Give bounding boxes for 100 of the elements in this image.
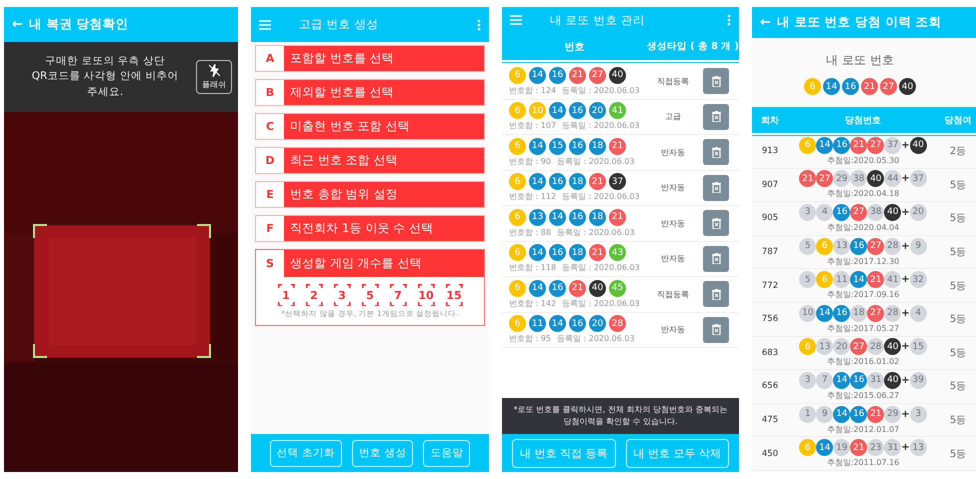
action-button[interactable]: 내 번호 모두 삭제: [626, 438, 729, 468]
number-ball: 21: [850, 439, 868, 456]
number-ball: 18: [850, 304, 868, 322]
bonus-ball: 37: [910, 170, 927, 188]
number-ball: 13: [833, 238, 850, 255]
option-item[interactable]: C 미출현 번호 포함 선택: [255, 113, 485, 140]
option-label: 생성할 게임 개수를 선택: [289, 255, 422, 272]
option-item[interactable]: B 제외할 번호를 선택: [255, 79, 485, 106]
delete-button[interactable]: [703, 68, 729, 94]
delete-button[interactable]: [703, 210, 729, 236]
number-ball: 16: [833, 204, 850, 221]
action-button[interactable]: 번호 생성: [352, 440, 414, 466]
number-ball: 14: [549, 315, 566, 332]
number-ball: 20: [833, 338, 850, 356]
delete-button[interactable]: [703, 281, 729, 308]
number-ball: 6: [509, 173, 526, 190]
number-ball: 21: [867, 271, 884, 288]
number-ball: 16: [842, 78, 859, 95]
date-text: 등록일 : 2020.06.03: [556, 156, 635, 167]
trash-icon: [712, 288, 720, 300]
number-ball: 16: [850, 372, 868, 389]
number-ball: 14: [529, 244, 546, 262]
number-row[interactable]: 6 14 16 18 21 43 번호합 : 118 등록일 : 2020.06.03 반자동: [502, 242, 739, 277]
number-ball: 41: [884, 271, 902, 288]
date-text: 등록일 : 2020.06.03: [562, 298, 640, 309]
more-icon[interactable]: [727, 14, 731, 26]
instruction-text: 구매한 로또의 우측 상단 QR코드를 사각형 안에 비추어 주세요.: [30, 54, 180, 100]
number-ball: 14: [823, 78, 840, 95]
number-row[interactable]: 6 10 14 16 20 41 번호합 : 107 등록일 : 2020.06.03 고급: [502, 100, 739, 135]
number-ball: 21: [609, 208, 626, 226]
number-ball: 6: [509, 315, 526, 332]
number-row[interactable]: 6 14 15 16 18 21 번호합 : 90 등록일 : 2020.06.03 반자동: [502, 135, 739, 170]
delete-button[interactable]: [703, 104, 729, 130]
number-ball: 16: [569, 208, 586, 226]
number-ball: 40: [589, 280, 606, 297]
number-ball: 5: [799, 238, 816, 255]
number-ball: 23: [867, 439, 884, 456]
count-button[interactable]: 15: [446, 284, 462, 306]
rank-cell-text: 5등: [948, 313, 968, 326]
plus-sign: +: [901, 374, 910, 386]
number-ball: 28: [609, 315, 626, 332]
number-ball: 29: [884, 406, 902, 423]
number-ball: 41: [609, 102, 626, 120]
action-button[interactable]: 도움말: [423, 440, 470, 466]
number-ball: 6: [509, 66, 526, 84]
more-icon[interactable]: [477, 18, 481, 30]
number-ball: 6: [816, 238, 834, 255]
section-title: 내 로또 번호: [825, 52, 895, 69]
trash-icon: [712, 111, 720, 122]
number-ball: 3: [799, 372, 816, 389]
sum-text: 번호합 : 95: [509, 333, 551, 344]
count-button[interactable]: 3: [334, 284, 350, 306]
number-ball: 14: [529, 66, 546, 84]
count-button[interactable]: 2: [306, 284, 322, 306]
number-row[interactable]: 6 14 16 21 40 45 번호합 : 142 등록일 : 2020.06.03 직접등록: [502, 277, 739, 312]
option-item[interactable]: D 최근 번호 조합 선택: [255, 147, 485, 174]
number-ball: 10: [799, 304, 816, 322]
delete-button[interactable]: [703, 174, 729, 201]
number-ball: 6: [799, 136, 816, 154]
menu-icon[interactable]: [510, 15, 522, 25]
number-row[interactable]: 6 14 16 18 21 37 번호합 : 112 등록일 : 2020.06.03 반자동: [502, 170, 739, 206]
count-button[interactable]: 1: [278, 284, 294, 306]
back-button[interactable]: ←: [12, 17, 23, 32]
column-title: 회차: [760, 114, 780, 126]
number-ball: 6: [799, 338, 816, 356]
plus-sign: +: [901, 240, 910, 252]
action-button[interactable]: 내 번호 직접 등록: [512, 438, 616, 468]
number-ball: 6: [509, 280, 526, 297]
screen-title: 내 복권 당첨확인: [28, 16, 129, 33]
option-item[interactable]: S 생성할 게임 개수를 선택: [256, 250, 484, 277]
trash-icon: [712, 146, 720, 158]
number-row[interactable]: 6 14 16 21 27 40 번호합 : 124 등록일 : 2020.06.03 직접등록: [502, 64, 739, 100]
menu-icon[interactable]: [259, 20, 271, 30]
number-ball: 1: [799, 406, 816, 423]
option-item[interactable]: E 번호 총합 범위 설정: [255, 181, 485, 208]
option-item[interactable]: F 직전회차 1등 이웃 수 선택: [255, 215, 485, 242]
count-button[interactable]: 10: [418, 284, 434, 306]
action-button[interactable]: 선택 초기화: [270, 440, 342, 466]
flash-off-icon: [208, 64, 220, 77]
back-button[interactable]: ←: [760, 15, 771, 30]
delete-button[interactable]: [703, 316, 729, 343]
plus-sign: +: [901, 274, 910, 286]
delete-button[interactable]: [703, 246, 729, 272]
option-label: 최근 번호 조합 선택: [289, 152, 398, 169]
type-text: 반자동: [660, 218, 686, 229]
flash-button[interactable]: 플래쉬: [196, 60, 232, 94]
number-ball: 11: [833, 271, 850, 288]
option-label: 제외할 번호를 선택: [289, 84, 394, 101]
rank-cell-text: 5등: [948, 380, 968, 394]
number-ball: 11: [529, 315, 546, 332]
number-row[interactable]: 6 11 14 16 20 28 번호합 : 95 등록일 : 2020.06.03 반자동: [502, 312, 739, 348]
number-ball: 18: [589, 138, 606, 155]
number-row[interactable]: 6 13 14 16 18 21 번호합 : 88 등록일 : 2020.06.03 반자동: [502, 206, 739, 242]
number-ball: 5: [799, 271, 816, 288]
count-button[interactable]: 7: [390, 284, 406, 306]
number-ball: 21: [589, 244, 606, 262]
number-ball: 27: [850, 204, 868, 221]
delete-button[interactable]: [703, 139, 729, 166]
option-item[interactable]: A 포함할 번호를 선택: [255, 45, 485, 72]
count-button[interactable]: 5: [362, 284, 378, 306]
